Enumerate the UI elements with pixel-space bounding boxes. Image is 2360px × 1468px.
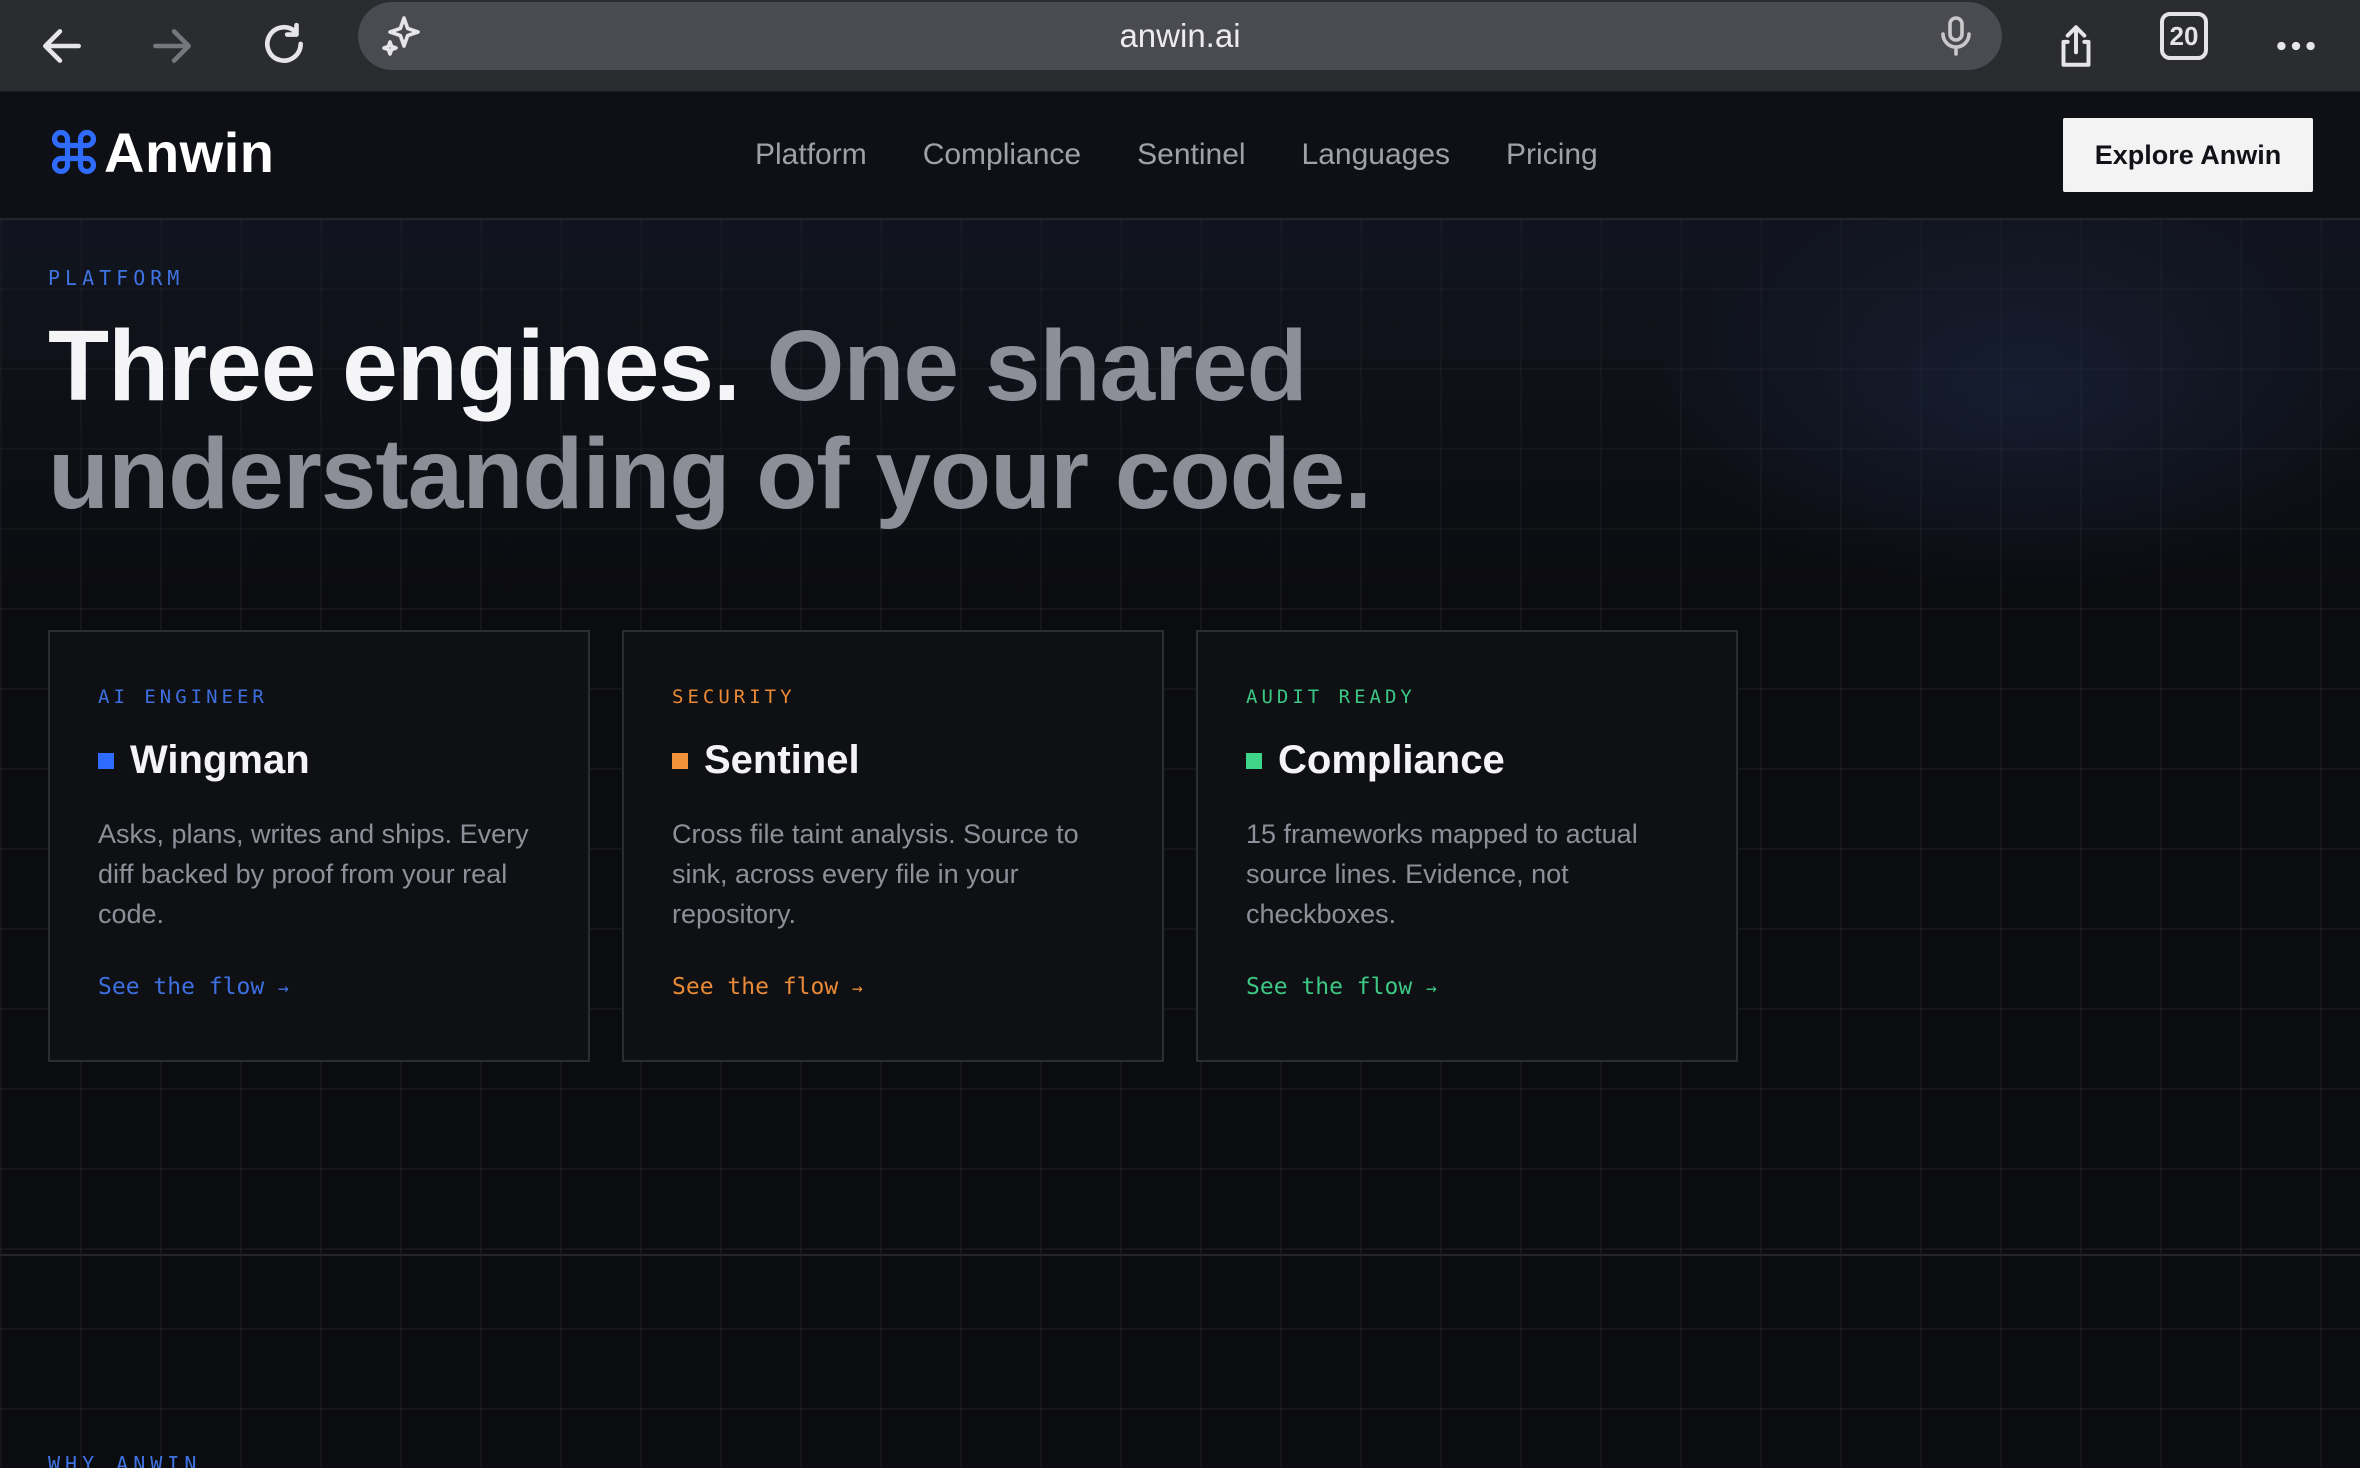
card-title: Wingman — [130, 738, 310, 782]
link-label: See the flow — [98, 974, 265, 1000]
nav-sentinel[interactable]: Sentinel — [1137, 130, 1245, 180]
nav-compliance[interactable]: Compliance — [923, 130, 1081, 180]
section-eyebrow: PLATFORM — [48, 266, 185, 290]
address-bar[interactable]: anwin.ai — [358, 2, 2002, 70]
nav-languages[interactable]: Languages — [1302, 130, 1450, 180]
card-tag: AUDIT READY — [1246, 686, 1416, 708]
card-title: Compliance — [1278, 738, 1505, 782]
reload-icon — [265, 22, 303, 63]
logo[interactable]: Anwin — [48, 120, 274, 184]
arrow-right-icon: → — [278, 978, 289, 999]
site-header: Anwin Platform Compliance Sentinel Langu… — [0, 92, 2360, 220]
card-description: Asks, plans, writes and ships. Every dif… — [98, 819, 529, 929]
card-title: Sentinel — [704, 738, 860, 782]
nav-platform[interactable]: Platform — [755, 130, 867, 180]
more-dots-icon — [2277, 41, 2315, 51]
logo-text: Anwin — [104, 120, 275, 184]
section-divider — [0, 1254, 2360, 1256]
headline-strong: Three engines. — [48, 310, 741, 422]
card-description: 15 frameworks mapped to actual source li… — [1246, 819, 1638, 929]
card-sentinel: SECURITY Sentinel Cross file taint analy… — [622, 630, 1164, 1062]
accent-square-icon — [1246, 752, 1262, 769]
page-title: Three engines. One shared understanding … — [48, 312, 1648, 528]
browser-toolbar: anwin.ai 20 — [0, 0, 2360, 92]
arrow-right-icon — [153, 29, 191, 63]
arrow-left-icon — [43, 29, 81, 63]
card-title-row: Wingman — [98, 738, 310, 783]
microphone-icon[interactable] — [1932, 12, 1980, 60]
see-the-flow-link[interactable]: See the flow → — [98, 974, 289, 1000]
card-description: Cross file taint analysis. Source to sin… — [672, 819, 1079, 929]
more-button[interactable] — [2258, 8, 2334, 84]
card-title-row: Sentinel — [672, 738, 860, 783]
accent-square-icon — [672, 752, 688, 769]
accent-square-icon — [98, 752, 114, 769]
forward-button[interactable] — [134, 8, 210, 84]
card-title-row: Compliance — [1246, 738, 1505, 783]
nav-pricing[interactable]: Pricing — [1506, 130, 1598, 180]
see-the-flow-link[interactable]: See the flow → — [672, 974, 863, 1000]
tabs-icon[interactable]: 20 — [2160, 12, 2208, 60]
arrow-right-icon: → — [1426, 978, 1437, 999]
share-icon — [2061, 25, 2091, 67]
see-the-flow-link[interactable]: See the flow → — [1246, 974, 1437, 1000]
card-compliance: AUDIT READY Compliance 15 frameworks map… — [1196, 630, 1738, 1062]
next-section-eyebrow: WHY ANWIN — [48, 1452, 202, 1468]
web-page: Anwin Platform Compliance Sentinel Langu… — [0, 92, 2360, 1468]
share-button[interactable] — [2038, 8, 2114, 84]
url-text[interactable]: anwin.ai — [358, 2, 2002, 70]
card-wingman: AI ENGINEER Wingman Asks, plans, writes … — [48, 630, 590, 1062]
link-label: See the flow — [1246, 974, 1413, 1000]
main-nav: Platform Compliance Sentinel Languages P… — [755, 130, 1654, 180]
back-button[interactable] — [24, 8, 100, 84]
card-tag: AI ENGINEER — [98, 686, 268, 708]
link-label: See the flow — [672, 974, 839, 1000]
command-key-icon — [51, 129, 97, 175]
explore-anwin-button[interactable]: Explore Anwin — [2063, 118, 2313, 192]
arrow-right-icon: → — [852, 978, 863, 999]
reload-button[interactable] — [246, 8, 322, 84]
card-tag: SECURITY — [672, 686, 796, 708]
